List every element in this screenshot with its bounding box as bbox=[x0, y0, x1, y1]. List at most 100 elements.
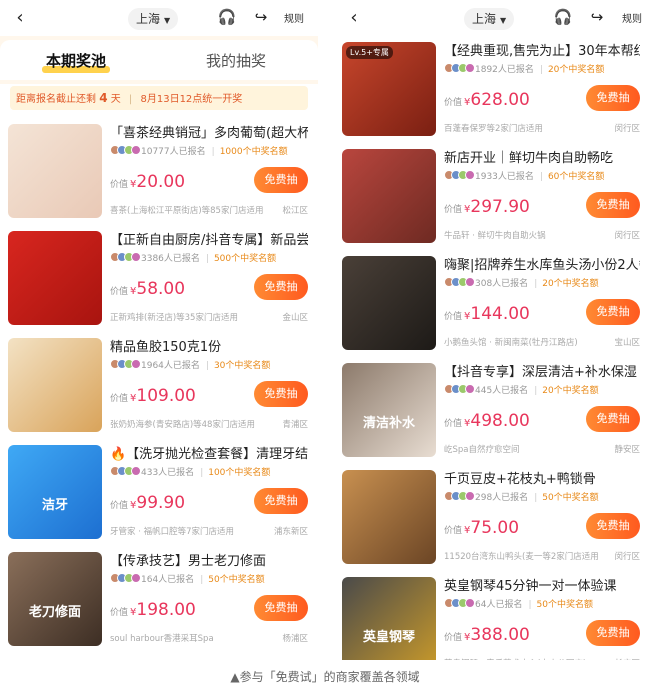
avatar bbox=[465, 277, 475, 287]
prize-image[interactable]: 清洁补水 bbox=[342, 363, 436, 457]
tab-my-draws[interactable]: 我的抽奖 bbox=[206, 50, 266, 71]
store-info: 牙管家 · 福帆口腔等7家门店适用 bbox=[110, 527, 235, 537]
prize-card[interactable]: 清洁补水 【抖音专享】深层清洁+补水保湿 445人已报名 20个中奖名额价值¥498.… bbox=[342, 359, 644, 459]
winner-quota: 20个中奖名额 bbox=[534, 386, 599, 396]
free-draw-button[interactable]: 免费抽 bbox=[254, 274, 308, 300]
prize-image[interactable] bbox=[8, 124, 102, 218]
left-phone-screen: ‹ 上海 ▼ 🎧 ↪ 规则 本期奖池 我的抽奖 距离报名截止还剩 4 天 | 8月… bbox=[0, 0, 318, 660]
district-label: 闵行区 bbox=[610, 550, 640, 562]
rules-link[interactable]: 规则 bbox=[284, 10, 304, 25]
district-label: 浦东新区 bbox=[269, 525, 308, 537]
deadline-days: 4 bbox=[99, 91, 108, 105]
store-address: 英皇钢琴 · 音乐艺术中心(中山公园店) 长宁区 bbox=[444, 657, 640, 660]
price-value: 144.00 bbox=[470, 304, 530, 324]
free-draw-button[interactable]: 免费抽 bbox=[586, 406, 640, 432]
tab-current-pool[interactable]: 本期奖池 bbox=[41, 50, 111, 73]
prize-image[interactable] bbox=[342, 470, 436, 564]
prize-title[interactable]: 🔥【洗牙抛光检查套餐】清理牙结石 bbox=[110, 443, 308, 462]
prize-image[interactable] bbox=[8, 231, 102, 325]
store-info: 喜茶(上海松江平原街店)等85家门店适用 bbox=[110, 206, 264, 216]
store-info: 英皇钢琴 · 音乐艺术中心(中山公园店) bbox=[444, 659, 586, 660]
draw-date: 8月13日12点统一开奖 bbox=[140, 94, 243, 105]
image-caption: 洁牙 bbox=[41, 498, 68, 513]
prize-card[interactable]: 千页豆皮+花枝丸+鸭锁骨 298人已报名 50个中奖名额价值¥75.00 免费抽 115… bbox=[342, 466, 644, 566]
back-arrow-icon[interactable]: ‹ bbox=[342, 6, 366, 30]
prize-title[interactable]: 新店开业｜鲜切牛肉自助畅吃 bbox=[444, 147, 640, 166]
prize-card[interactable]: 「喜茶经典销冠」多肉葡萄(超大杯) 10777人已报名 1000个中奖名额价值¥20… bbox=[8, 120, 312, 220]
price-label: 价值 bbox=[444, 419, 463, 429]
store-info: 百蓬春保罗等2家门店适用 bbox=[444, 124, 543, 134]
price-label: 价值 bbox=[444, 633, 463, 643]
free-draw-button[interactable]: 免费抽 bbox=[586, 299, 640, 325]
prize-title[interactable]: 千页豆皮+花枝丸+鸭锁骨 bbox=[444, 468, 640, 487]
prize-card[interactable]: Lv.5+专属 【经典重现,售完为止】30年本帮红烧肉 1892人已报名 20个中奖名… bbox=[342, 38, 644, 138]
divider: | bbox=[128, 94, 133, 105]
free-draw-button[interactable]: 免费抽 bbox=[586, 192, 640, 218]
rules-link[interactable]: 规则 bbox=[622, 10, 642, 25]
prize-card[interactable]: 【正新自由厨房/抖音专属】新品尝鲜 3386人已报名 500个中奖名额价值¥58.0… bbox=[8, 227, 312, 327]
prize-image[interactable]: 洁牙 bbox=[8, 445, 102, 539]
free-draw-button[interactable]: 免费抽 bbox=[254, 488, 308, 514]
signup-row: 308人已报名 20个中奖名额 bbox=[444, 276, 599, 290]
prize-image[interactable]: 英皇钢琴 bbox=[342, 577, 436, 660]
store-info: soul harbour香港采耳Spa bbox=[110, 634, 214, 644]
prize-image[interactable]: Lv.5+专属 bbox=[342, 42, 436, 136]
avatar bbox=[131, 359, 141, 369]
price-label: 价值 bbox=[110, 394, 129, 404]
free-draw-button[interactable]: 免费抽 bbox=[254, 595, 308, 621]
signup-count: 164人已报名 bbox=[141, 575, 195, 585]
prize-card[interactable]: 新店开业｜鲜切牛肉自助畅吃 1933人已报名 60个中奖名额价值¥297.90 免费抽… bbox=[342, 145, 644, 245]
signup-row: 3386人已报名 500个中奖名额 bbox=[110, 251, 276, 265]
avatar bbox=[131, 252, 141, 262]
prize-title[interactable]: 【正新自由厨房/抖音专属】新品尝鲜 bbox=[110, 229, 308, 248]
free-draw-button[interactable]: 免费抽 bbox=[254, 381, 308, 407]
store-address: 屹Spa自然疗愈空间 静安区 bbox=[444, 443, 640, 455]
free-draw-button[interactable]: 免费抽 bbox=[586, 620, 640, 646]
share-icon[interactable]: ↪ bbox=[586, 6, 608, 28]
prize-card[interactable]: 精品鱼胶150克1份 1964人已报名 30个中奖名额价值¥109.00 免费抽张奶奶… bbox=[8, 334, 312, 434]
prize-image[interactable] bbox=[342, 256, 436, 350]
price-value: 388.00 bbox=[470, 625, 530, 645]
prize-image[interactable] bbox=[8, 338, 102, 432]
back-arrow-icon[interactable]: ‹ bbox=[8, 6, 32, 30]
prize-card[interactable]: 老刀修面 【传承技艺】男士老刀修面 164人已报名 50个中奖名额价值¥198.00 免… bbox=[8, 548, 312, 648]
prize-card[interactable]: 嗨聚|招牌养生水库鱼头汤小份2人餐 308人已报名 20个中奖名额价值¥144.00… bbox=[342, 252, 644, 352]
top-bar: ‹ 上海 ▼ 🎧 ↪ 规则 bbox=[0, 0, 318, 36]
price-label: 价值 bbox=[110, 608, 129, 618]
signup-row: 298人已报名 50个中奖名额 bbox=[444, 490, 599, 504]
prize-card[interactable]: 洁牙 🔥【洗牙抛光检查套餐】清理牙结石 433人已报名 100个中奖名额价值¥99.9… bbox=[8, 441, 312, 541]
prize-title[interactable]: 「喜茶经典销冠」多肉葡萄(超大杯) bbox=[110, 122, 308, 141]
image-caption: 清洁补水 bbox=[362, 416, 415, 431]
prize-title[interactable]: 【经典重现,售完为止】30年本帮红烧肉 bbox=[444, 40, 640, 59]
price-value: 498.00 bbox=[470, 411, 530, 431]
deadline-banner: 距离报名截止还剩 4 天 | 8月13日12点统一开奖 bbox=[10, 86, 308, 110]
signup-count: 445人已报名 bbox=[475, 386, 529, 396]
price-value: 109.00 bbox=[136, 386, 196, 406]
headset-icon[interactable]: 🎧 bbox=[216, 6, 238, 28]
prize-card[interactable]: 英皇钢琴 英皇钢琴45分钟一对一体验课 64人已报名 50个中奖名额价值¥388.00… bbox=[342, 573, 644, 660]
district-label: 青浦区 bbox=[278, 418, 308, 430]
prize-image[interactable] bbox=[342, 149, 436, 243]
store-address: soul harbour香港采耳Spa 杨浦区 bbox=[110, 632, 308, 644]
city-selector[interactable]: 上海 ▼ bbox=[464, 8, 515, 30]
prize-title[interactable]: 【传承技艺】男士老刀修面 bbox=[110, 550, 308, 569]
prize-title[interactable]: 嗨聚|招牌养生水库鱼头汤小份2人餐 bbox=[444, 254, 640, 273]
store-info: 牛品轩 · 鲜切牛肉自助火锅 bbox=[444, 231, 546, 241]
level-badge: Lv.5+专属 bbox=[346, 46, 393, 59]
prize-title[interactable]: 英皇钢琴45分钟一对一体验课 bbox=[444, 575, 640, 594]
avatar bbox=[131, 145, 141, 155]
headset-icon[interactable]: 🎧 bbox=[552, 6, 574, 28]
city-selector[interactable]: 上海 ▼ bbox=[128, 8, 179, 30]
store-address: 张奶奶海参(青安路店)等48家门店适用 青浦区 bbox=[110, 418, 308, 430]
share-icon[interactable]: ↪ bbox=[250, 6, 272, 28]
image-caption: 老刀修面 bbox=[28, 605, 81, 620]
free-draw-button[interactable]: 免费抽 bbox=[586, 513, 640, 539]
district-label: 宝山区 bbox=[610, 336, 640, 348]
prize-image[interactable]: 老刀修面 bbox=[8, 552, 102, 646]
prize-title[interactable]: 精品鱼胶150克1份 bbox=[110, 336, 308, 355]
free-draw-button[interactable]: 免费抽 bbox=[586, 85, 640, 111]
price-value: 75.00 bbox=[470, 518, 520, 538]
free-draw-button[interactable]: 免费抽 bbox=[254, 167, 308, 193]
prize-title[interactable]: 【抖音专享】深层清洁+补水保湿 bbox=[444, 361, 640, 380]
store-address: 百蓬春保罗等2家门店适用 闵行区 bbox=[444, 122, 640, 134]
